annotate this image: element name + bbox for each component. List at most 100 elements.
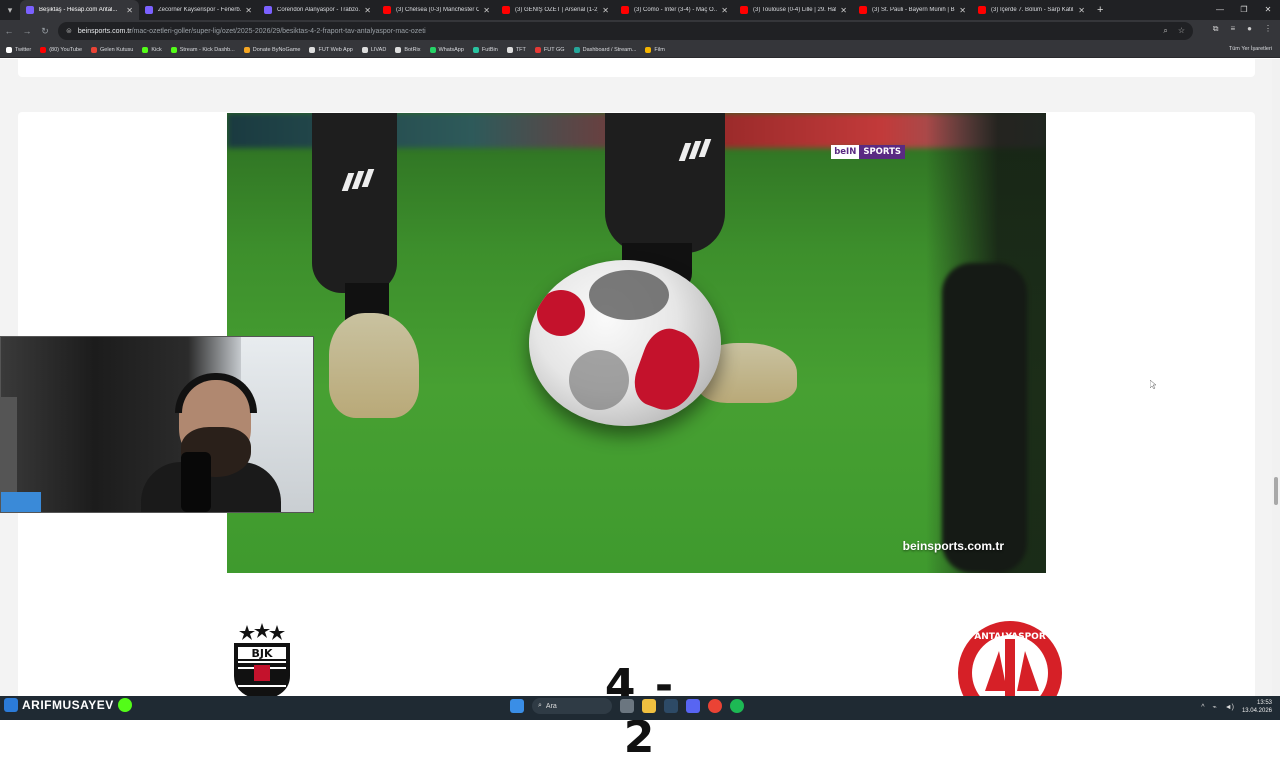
zoom-icon[interactable]: ⌕ [1163,26,1167,36]
taskbar-search[interactable]: ⌕ Ara [532,698,612,714]
forward-button[interactable]: → [18,26,36,36]
all-bookmarks[interactable]: Tüm Yer İşaretleri [1229,46,1272,52]
bookmark-item[interactable]: FUT GG [534,46,565,53]
minimize-button[interactable]: — [1208,0,1232,20]
tab-favicon-icon [26,6,34,14]
bookmark-label: FUT Web App [318,46,353,53]
tab-search-button[interactable]: ▾ [0,0,20,20]
profile-avatar[interactable]: ● [1247,24,1252,34]
tab-close-icon[interactable]: ✕ [126,6,133,15]
bookmark-item[interactable]: Twitter [6,46,32,53]
video-player[interactable]: beIN SPORTS beinsports.com.tr [227,113,1046,573]
browser-tab[interactable]: Corendon Alanyaspor - Trabzo... ✕ [258,0,377,20]
tab-favicon-icon [978,6,986,14]
bookmark-item[interactable]: Donate ByNoGame [243,46,300,53]
webcam-overlay [0,336,314,513]
bookmark-item[interactable]: TFT [506,46,526,53]
bookmark-item[interactable]: Gelen Kutusu [91,46,134,53]
network-icon[interactable]: ⌁ [1212,703,1216,711]
content-card-top [18,59,1255,77]
kick-icon [117,698,132,712]
browser-tab[interactable]: (3) Chelsea (0-3) Manchester C... ✕ [377,0,496,20]
tab-title: Zecorner Kayserispor - Fenerb... [158,7,242,13]
tab-close-icon[interactable]: ✕ [1078,6,1085,15]
steam-icon[interactable] [664,699,678,713]
media-icon[interactable]: ≡ [1230,24,1235,34]
bookmarks-bar: Twitter (80) YouTube Gelen Kutusu Kick Strea… [0,42,1280,58]
bookmark-favicon-icon [361,46,368,53]
browser-tab[interactable]: (3) GENİŞ ÖZET | Arsenal (1-2)... ✕ [496,0,615,20]
bookmark-label: Gelen Kutusu [100,46,134,53]
maximize-button[interactable]: ❐ [1232,0,1256,20]
tab-close-icon[interactable]: ✕ [840,6,847,15]
bookmark-item[interactable]: WhatsApp [429,46,464,53]
tray-overflow-icon[interactable]: ^ [1201,704,1204,711]
scrollbar-thumb[interactable] [1274,477,1278,505]
tab-title: (3) İçerde 7. Bölüm - Sarp Katil... [991,7,1075,13]
volume-icon[interactable]: ◄) [1225,704,1234,711]
browser-tab[interactable]: (3) Toulouse (0-4) Lille | 29. Haf... ✕ [734,0,853,20]
bookmark-item[interactable]: Kick [142,46,162,53]
discord-icon[interactable] [686,699,700,713]
bookmark-item[interactable]: Stream - Kick Dashb... [170,46,235,53]
menu-icon[interactable]: ⋮ [1264,24,1272,34]
player-right-leg [605,113,725,253]
bookmark-favicon-icon [534,46,541,53]
start-menu-icon[interactable] [510,699,524,713]
bookmark-label: BotRix [404,46,421,53]
taskbar-clock[interactable]: 13:53 13.04.2026 [1242,699,1272,715]
back-button[interactable]: ← [0,26,18,36]
close-window-button[interactable]: ✕ [1256,0,1280,20]
tab-favicon-icon [145,6,153,14]
soccer-ball [529,260,721,426]
besiktas-logo[interactable]: BJK [230,621,294,701]
bookmark-item[interactable]: FutBin [472,46,498,53]
browser-tab[interactable]: Beşiktaş - Hesap.com Antal... ✕ [20,0,139,20]
url-host: beinsports.com.tr [77,27,132,35]
page-scrollbar[interactable] [1272,59,1280,696]
new-tab-button[interactable]: + [1097,4,1103,16]
antalyaspor-logo[interactable]: ANTALYASPOR [955,621,1065,701]
spotify-icon[interactable] [730,699,744,713]
browser-tab[interactable]: (3) İçerde 7. Bölüm - Sarp Katil... ✕ [972,0,1091,20]
extensions-icon[interactable]: ⧉ [1213,24,1219,34]
browser-tab[interactable]: Zecorner Kayserispor - Fenerb... ✕ [139,0,258,20]
tab-close-icon[interactable]: ✕ [602,6,609,15]
window-controls: — ❐ ✕ [1208,0,1280,20]
bookmark-item[interactable]: BotRix [395,46,421,53]
player-left-leg [312,113,397,293]
bookmark-item[interactable]: Dashboard / Stream... [573,46,637,53]
reload-button[interactable]: ↻ [36,26,54,37]
bookmark-star-icon[interactable]: ☆ [1178,26,1185,36]
tab-title: (3) Chelsea (0-3) Manchester C... [396,7,480,13]
bookmark-item[interactable]: (80) YouTube [40,46,82,53]
bookmark-item[interactable]: FUT Web App [309,46,353,53]
tab-favicon-icon [264,6,272,14]
tab-title: (3) St. Pauli - Bayern Münih | B... [872,7,956,13]
bookmark-favicon-icon [309,46,316,53]
bookmark-label: WhatsApp [438,46,464,53]
tab-close-icon[interactable]: ✕ [721,6,728,15]
bookmark-label: FutBin [481,46,498,53]
bookmark-favicon-icon [472,46,479,53]
browser-tab[interactable]: (3) Como - Inter (3-4) - Maç Ö... ✕ [615,0,734,20]
task-view-icon[interactable] [620,699,634,713]
tab-close-icon[interactable]: ✕ [959,6,966,15]
bookmark-item[interactable]: LIVAD [361,46,386,53]
bookmark-item[interactable]: Film [645,46,665,53]
bookmark-favicon-icon [6,46,12,53]
chrome-icon[interactable] [708,699,722,713]
browser-tab[interactable]: (3) St. Pauli - Bayern Münih | B... ✕ [853,0,972,20]
tab-close-icon[interactable]: ✕ [364,6,371,15]
file-explorer-icon[interactable] [642,699,656,713]
tab-favicon-icon [740,6,748,14]
bookmark-favicon-icon [142,46,149,53]
address-bar[interactable]: ⊜ beinsports.com.tr /mac-ozetleri-goller… [58,22,1193,40]
site-info-icon[interactable]: ⊜ [66,27,72,35]
bookmark-label: Dashboard / Stream... [582,46,637,53]
tab-close-icon[interactable]: ✕ [245,6,252,15]
tab-close-icon[interactable]: ✕ [483,6,490,15]
bookmark-favicon-icon [395,46,402,53]
bookmark-label: Stream - Kick Dashb... [179,46,235,53]
bookmark-label: Twitter [15,46,32,53]
